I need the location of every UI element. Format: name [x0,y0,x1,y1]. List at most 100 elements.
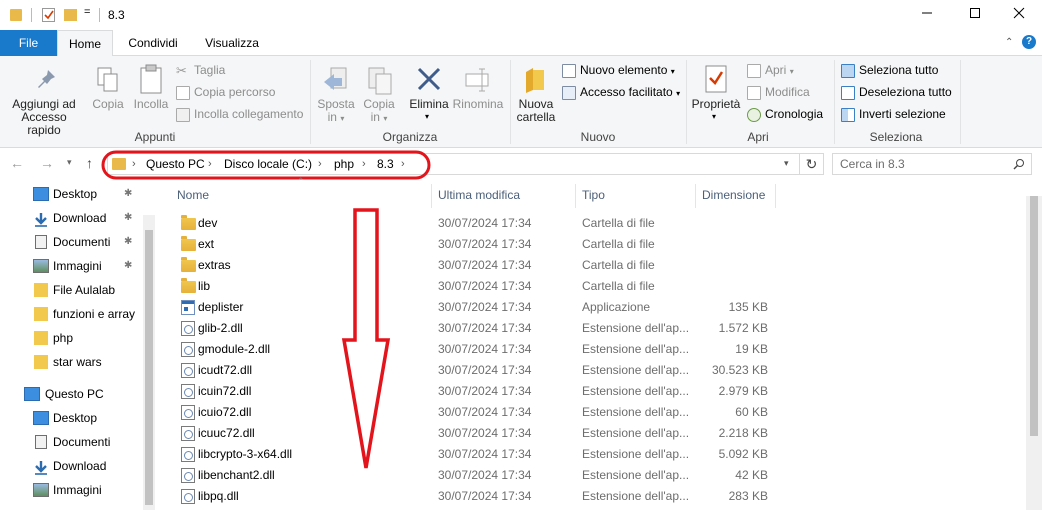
column-header-name[interactable]: Nome [177,184,427,208]
tab-view[interactable]: Visualizza [196,30,268,56]
nav-item-immagini[interactable]: Immagini ✱ [0,254,145,278]
search-input[interactable]: Cerca in 8.3 [832,153,1032,175]
column-header-type[interactable]: Tipo [582,184,692,208]
file-row[interactable]: lib 30/07/2024 17:34 Cartella di file [157,276,1026,297]
file-row[interactable]: libpq.dll 30/07/2024 17:34 Estensione dell… [157,486,1026,507]
column-divider[interactable] [431,184,432,208]
column-divider[interactable] [575,184,576,208]
history-button[interactable]: Cronologia [747,104,823,124]
file-row[interactable]: icuin72.dll 30/07/2024 17:34 Estensione de… [157,381,1026,402]
search-icon [1013,159,1024,170]
customize-qa-icon[interactable]: = [84,6,90,18]
delete-dropdown-icon[interactable]: ▾ [425,112,429,121]
file-date: 30/07/2024 17:34 [438,384,532,398]
nav-item-pc-desktop[interactable]: Desktop [0,406,145,430]
recent-locations-icon[interactable]: ▾ [67,157,72,168]
nav-label: funzioni e array [53,307,136,321]
annotation-arrow [341,208,391,469]
properties-button[interactable]: Proprietà ▾ [690,64,742,126]
column-divider[interactable] [775,184,776,208]
select-none-button[interactable]: Deseleziona tutto [841,82,952,102]
minimize-button[interactable] [904,0,950,30]
edit-button[interactable]: Modifica [747,82,810,102]
copy-path-button[interactable]: Copia percorso [176,82,275,102]
file-row[interactable]: gmodule-2.dll 30/07/2024 17:34 Estensione … [157,339,1026,360]
nav-item-file-aulalab[interactable]: File Aulalab [0,278,145,302]
back-arrow-icon[interactable]: ← [10,155,24,171]
cut-button[interactable]: ✂ Taglia [176,60,225,80]
nav-item-pc-download[interactable]: Download [0,454,145,478]
nav-item-documenti[interactable]: Documenti ✱ [0,230,145,254]
folder-icon [181,278,196,293]
file-row[interactable]: deplister 30/07/2024 17:34 Applicazione 135… [157,297,1026,318]
separator [99,8,100,22]
nav-item-pc-documenti[interactable]: Documenti [0,430,145,454]
pin-icon: ✱ [124,236,133,247]
delete-button[interactable]: Elimina ▾ [406,64,452,126]
file-row[interactable]: libcrypto-3-x64.dll 30/07/2024 17:34 Esten… [157,444,1026,465]
move-to-button[interactable]: Sposta in ▾ [314,64,358,126]
dll-icon [181,342,195,357]
file-size: 2.979 KB [718,384,768,398]
invert-selection-button[interactable]: Inverti selezione [841,104,946,124]
ribbon-separator [510,60,511,144]
tab-file[interactable]: File [0,30,57,56]
open-button[interactable]: Apri ▾ [747,60,794,80]
cut-label: Taglia [194,63,226,77]
copy-to-button[interactable]: Copia in ▾ [358,64,400,126]
select-all-button[interactable]: Seleziona tutto [841,60,938,80]
collapse-ribbon-icon[interactable]: ⌃ [1005,37,1013,48]
file-date: 30/07/2024 17:34 [438,300,532,314]
address-history-icon[interactable]: ▾ [784,158,789,169]
nav-item-star-wars[interactable]: star wars [0,350,145,374]
new-folder-icon[interactable] [64,9,77,21]
tab-home[interactable]: Home [57,30,113,57]
column-header-date[interactable]: Ultima modifica [438,184,568,208]
nav-item-funzioni-e-array[interactable]: funzioni e array [0,302,145,326]
refresh-icon[interactable]: ↻ [800,153,824,175]
file-name: dev [198,216,218,230]
pin-quick-access-button[interactable]: Aggiungi ad Accesso rapido [4,64,84,137]
file-row[interactable]: ext 30/07/2024 17:34 Cartella di file [157,234,1026,255]
paste-shortcut-button[interactable]: Incolla collegamento [176,104,303,124]
file-row[interactable]: dev 30/07/2024 17:34 Cartella di file [157,213,1026,234]
new-item-button[interactable]: Nuovo elemento ▾ [562,60,675,80]
group-label-organizza: Organizza [382,130,438,144]
rename-button[interactable]: Rinomina [452,64,504,126]
new-folder-button[interactable]: Nuova cartella [514,64,558,126]
file-row[interactable]: icuio72.dll 30/07/2024 17:34 Estensione de… [157,402,1026,423]
up-arrow-icon[interactable]: ↑ [86,155,93,171]
file-row[interactable]: icuuc72.dll 30/07/2024 17:34 Estensione de… [157,423,1026,444]
properties-icon[interactable] [42,8,55,22]
nav-scrollbar-thumb[interactable] [145,230,153,505]
column-header-size[interactable]: Dimensione [702,184,774,208]
move-to-icon [324,67,347,90]
file-name: gmodule-2.dll [198,342,271,356]
help-icon[interactable]: ? [1022,35,1036,49]
close-button[interactable] [996,0,1042,30]
file-row[interactable]: icudt72.dll 30/07/2024 17:34 Estensione de… [157,360,1026,381]
file-row[interactable]: extras 30/07/2024 17:34 Cartella di file [157,255,1026,276]
properties-dropdown-icon[interactable]: ▾ [712,112,716,121]
file-size: 42 KB [735,468,768,482]
file-row[interactable]: libenchant2.dll 30/07/2024 17:34 Estension… [157,465,1026,486]
nav-item-desktop[interactable]: Desktop ✱ [0,182,145,206]
nav-item-pc-immagini[interactable]: Immagini [0,478,145,502]
pictures-icon [33,259,49,273]
nav-item-download[interactable]: Download ✱ [0,206,145,230]
file-date: 30/07/2024 17:34 [438,426,532,440]
nav-item-this-pc[interactable]: Questo PC [0,382,145,406]
copy-button[interactable]: Copia [88,64,128,126]
new-folder-label: Nuova cartella [516,97,556,124]
column-divider[interactable] [695,184,696,208]
folder-icon [34,355,48,369]
easy-access-button[interactable]: Accesso facilitato ▾ [562,82,680,102]
tab-share[interactable]: Condividi [120,30,186,56]
file-list-scrollbar-thumb[interactable] [1030,196,1038,436]
forward-arrow-icon[interactable]: → [40,155,54,171]
maximize-button[interactable] [952,0,998,30]
file-size: 2.218 KB [718,426,768,440]
paste-button[interactable]: Incolla [130,64,172,126]
file-row[interactable]: glib-2.dll 30/07/2024 17:34 Estensione del… [157,318,1026,339]
nav-item-php[interactable]: php [0,326,145,350]
